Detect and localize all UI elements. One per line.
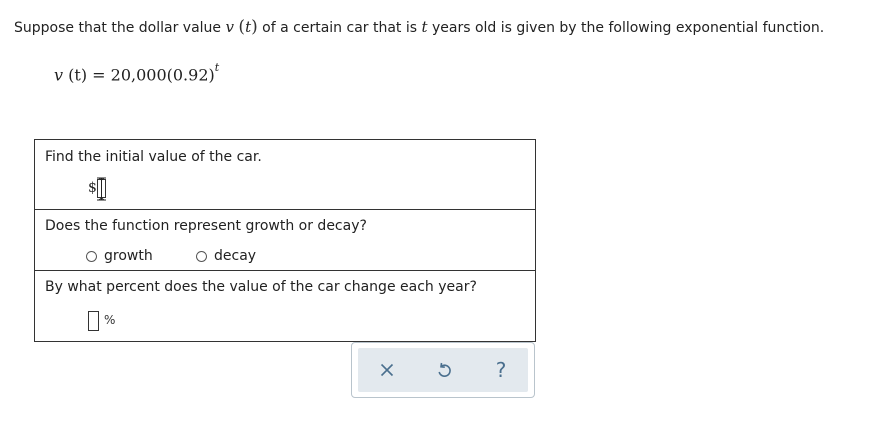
help-button[interactable]: ? xyxy=(479,348,523,392)
problem-statement: Suppose that the dollar value v (t) of a… xyxy=(14,17,824,38)
percent-input[interactable] xyxy=(88,311,99,331)
question-percent-change: By what percent does the value of the ca… xyxy=(35,271,535,341)
paren-close: ) xyxy=(251,17,258,37)
question-2-text: Does the function represent growth or de… xyxy=(45,218,367,234)
question-3-text: By what percent does the value of the ca… xyxy=(45,279,477,295)
dollar-sign: $ xyxy=(88,180,97,196)
undo-icon xyxy=(438,362,451,377)
radio-decay-label[interactable]: decay xyxy=(214,248,256,264)
toolbar-button-group: ? xyxy=(358,348,528,392)
radio-decay[interactable]: decay xyxy=(196,246,256,266)
initial-value-input[interactable] xyxy=(97,179,106,198)
formula-rhs: = 20,000(0.92) xyxy=(87,65,215,85)
question-table: Find the initial value of the car. $ Doe… xyxy=(34,139,536,342)
prompt-suffix: years old is given by the following expo… xyxy=(427,20,825,36)
x-icon xyxy=(380,363,394,377)
radio-growth-label[interactable]: growth xyxy=(104,248,153,264)
radio-growth[interactable]: growth xyxy=(86,246,153,266)
radio-decay-circle[interactable] xyxy=(196,250,207,262)
exponential-formula: v (t) = 20,000(0.92)t xyxy=(54,60,219,86)
prompt-prefix: Suppose that the dollar value xyxy=(14,20,226,36)
help-label[interactable]: ? xyxy=(496,358,507,382)
radio-growth-circle[interactable] xyxy=(86,250,97,262)
formula-lhs-t: (t) xyxy=(68,65,88,85)
clear-button[interactable] xyxy=(365,348,409,392)
formula-lhs-v: v xyxy=(54,65,64,85)
undo-button[interactable] xyxy=(422,348,466,392)
prompt-middle: of a certain car that is xyxy=(257,20,422,36)
formula-exponent: t xyxy=(214,61,220,74)
answer-toolbar: ? xyxy=(351,342,535,398)
question-growth-decay: Does the function represent growth or de… xyxy=(35,210,535,271)
percent-sign: % xyxy=(104,313,116,327)
question-1-text: Find the initial value of the car. xyxy=(45,149,262,165)
var-v: v xyxy=(225,18,234,36)
question-initial-value: Find the initial value of the car. $ xyxy=(35,140,535,210)
